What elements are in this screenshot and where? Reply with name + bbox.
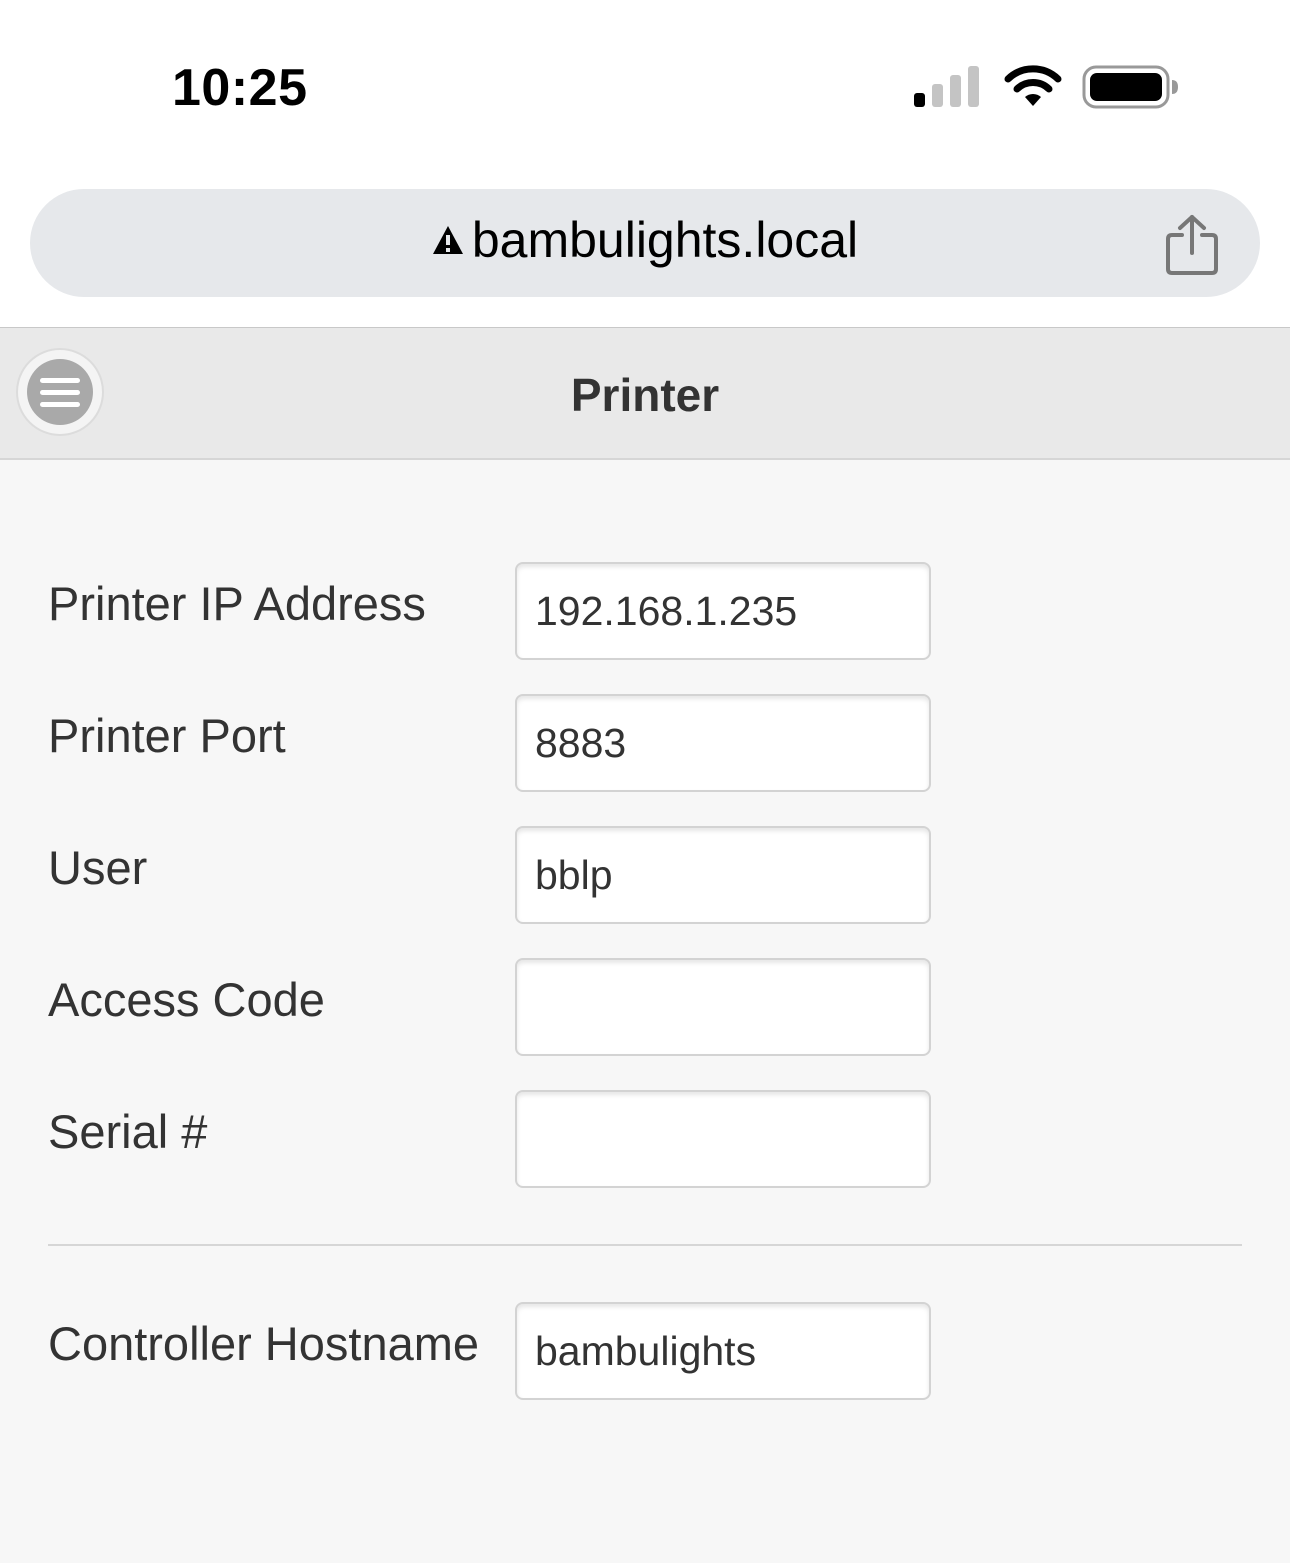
serial-label: Serial # (48, 1105, 208, 1158)
share-icon[interactable] (1164, 213, 1220, 275)
form-row-port: Printer Port (0, 694, 1290, 792)
app-header: Printer (0, 327, 1290, 460)
port-label: Printer Port (48, 709, 286, 762)
user-input[interactable] (515, 826, 931, 924)
form-row-access-code: Access Code (0, 958, 1290, 1056)
warning-icon (432, 226, 463, 254)
form-row-serial: Serial # (0, 1090, 1290, 1188)
form-row-user: User (0, 826, 1290, 924)
browser-address-area: bambulights.local (0, 175, 1290, 327)
page-title: Printer (570, 369, 720, 421)
form-row-ip: Printer IP Address (0, 562, 1290, 660)
cellular-signal-icon (914, 66, 979, 107)
serial-input[interactable] (515, 1090, 931, 1188)
port-input[interactable] (515, 694, 931, 792)
section-divider (48, 1244, 1242, 1246)
status-bar: 10:25 (0, 0, 1290, 175)
address-bar[interactable]: bambulights.local (30, 189, 1260, 297)
url-text: bambulights.local (471, 212, 859, 268)
hostname-label: Controller Hostname (48, 1317, 480, 1370)
access-code-label: Access Code (48, 973, 325, 1026)
access-code-input[interactable] (515, 958, 931, 1056)
wifi-icon (1004, 65, 1062, 106)
form-row-hostname: Controller Hostname (0, 1302, 1290, 1400)
user-label: User (48, 841, 148, 894)
ip-address-input[interactable] (515, 562, 931, 660)
ip-address-label: Printer IP Address (48, 577, 426, 630)
status-time: 10:25 (172, 59, 308, 117)
battery-icon (1082, 65, 1178, 109)
hostname-input[interactable] (515, 1302, 931, 1400)
